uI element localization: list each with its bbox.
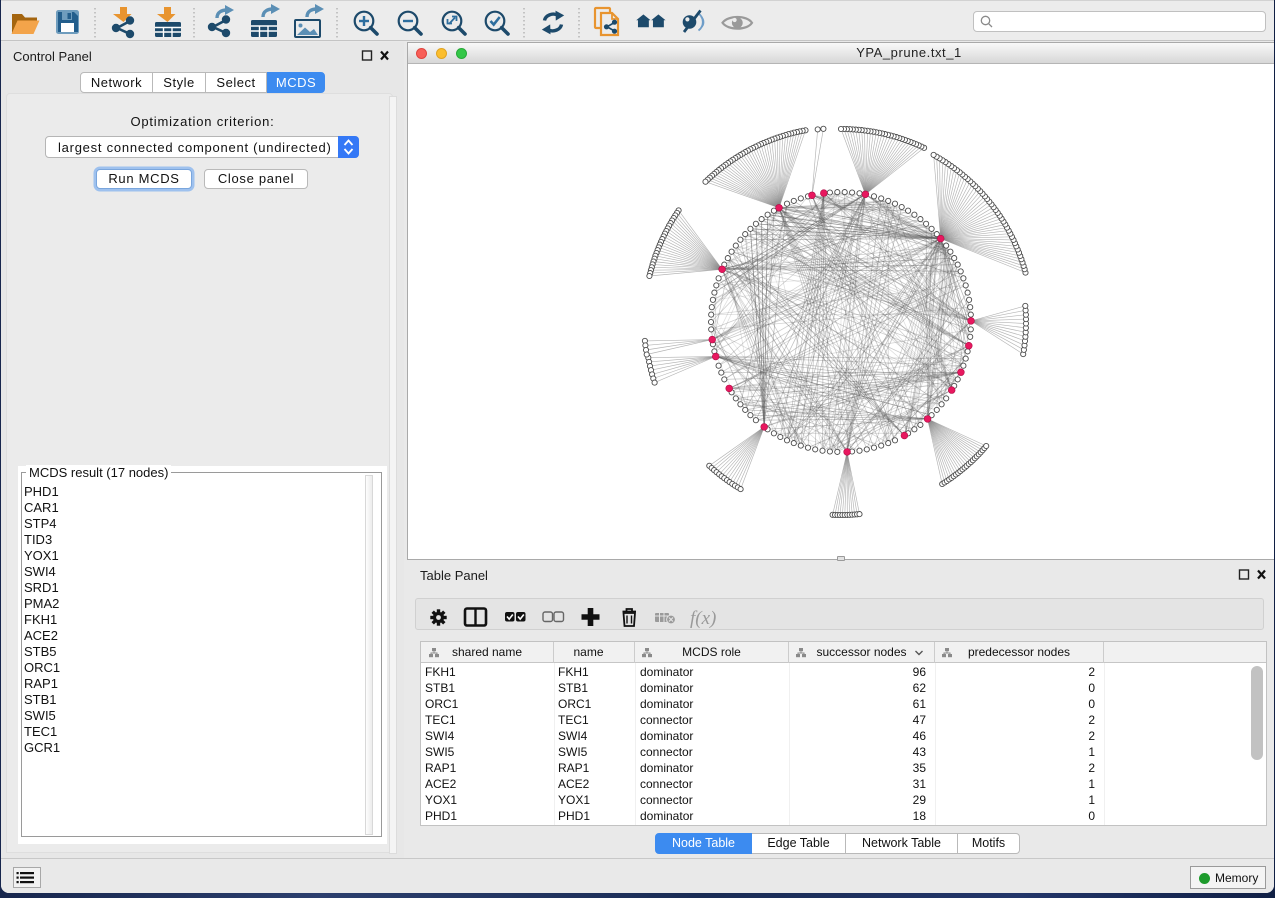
svg-text:f(x): f(x) — [690, 608, 716, 629]
